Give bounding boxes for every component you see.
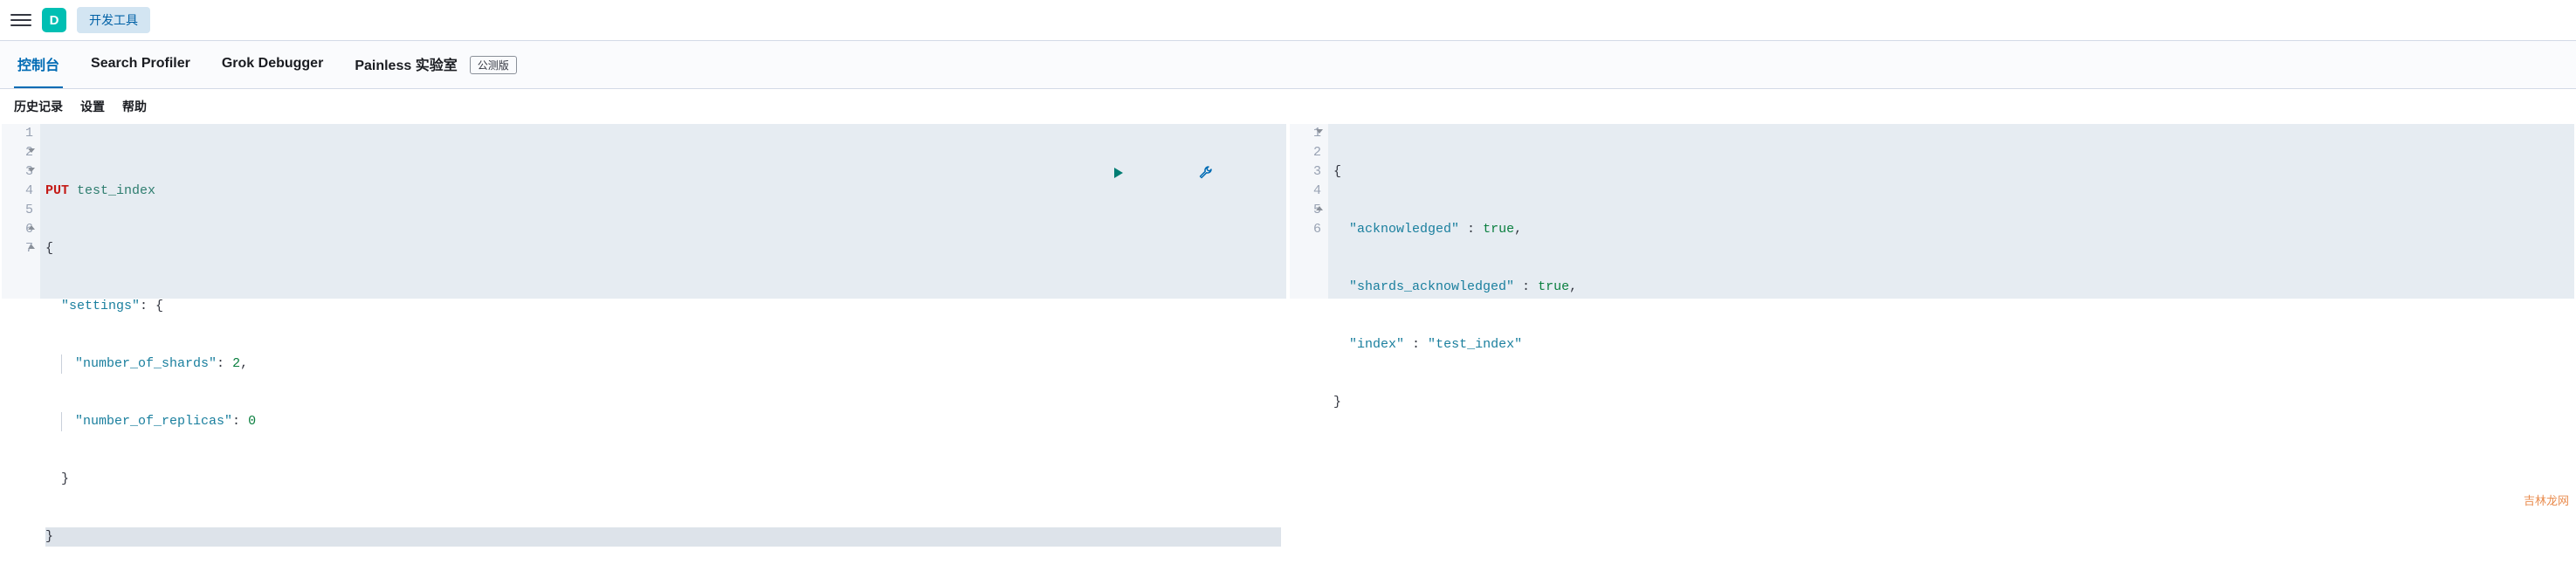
tab-painless-lab[interactable]: Painless 实验室 (351, 41, 460, 88)
beta-badge: 公测版 (470, 56, 517, 74)
fold-down-icon[interactable] (28, 168, 35, 172)
gutter-line: 6 (2, 220, 33, 239)
request-path: test_index (77, 183, 155, 198)
request-gutter: 1234567 (2, 124, 40, 299)
gutter-line: 1 (2, 124, 33, 143)
fold-up-icon[interactable] (28, 225, 35, 230)
hamburger-icon[interactable] (10, 10, 31, 31)
response-gutter: 123456 (1290, 124, 1328, 299)
wrench-icon[interactable] (1199, 127, 1278, 218)
gutter-line: 2 (2, 143, 33, 162)
http-method: PUT (45, 183, 69, 198)
gutter-line: 4 (2, 182, 33, 201)
fold-up-icon[interactable] (28, 244, 35, 249)
response-editor: 123456 { "acknowledged" : true, "shards_… (1290, 124, 2574, 299)
response-code: { "acknowledged" : true, "shards_acknowl… (1328, 124, 2574, 299)
tab-bar: 控制台 Search Profiler Grok Debugger Painle… (0, 41, 2576, 89)
request-code[interactable]: PUT test_index { "settings": { "number_o… (40, 124, 1286, 299)
gutter-line: 5 (2, 201, 33, 220)
run-icon[interactable] (1112, 127, 1190, 218)
gutter-line: 2 (1290, 143, 1321, 162)
tab-search-profiler[interactable]: Search Profiler (87, 44, 194, 86)
subnav: 历史记录 设置 帮助 (0, 89, 2576, 124)
request-editor[interactable]: 1234567 PUT test_index { "settings": { "… (2, 124, 1286, 299)
logo-badge[interactable]: D (42, 8, 66, 32)
devtools-button[interactable]: 开发工具 (77, 7, 150, 33)
editors-container: 1234567 PUT test_index { "settings": { "… (0, 124, 2576, 299)
tab-console[interactable]: 控制台 (14, 41, 63, 88)
header-bar: D 开发工具 (0, 0, 2576, 41)
gutter-line: 4 (1290, 182, 1321, 201)
fold-up-icon[interactable] (1316, 206, 1323, 210)
gutter-line: 3 (1290, 162, 1321, 182)
gutter-line: 6 (1290, 220, 1321, 239)
gutter-line: 3 (2, 162, 33, 182)
editor-actions (1112, 127, 1278, 218)
fold-down-icon[interactable] (28, 148, 35, 153)
subnav-help[interactable]: 帮助 (122, 98, 147, 115)
subnav-settings[interactable]: 设置 (80, 98, 105, 115)
gutter-line: 7 (2, 239, 33, 258)
gutter-line: 1 (1290, 124, 1321, 143)
subnav-history[interactable]: 历史记录 (14, 98, 63, 115)
gutter-line: 5 (1290, 201, 1321, 220)
watermark: 吉林龙网 (2524, 492, 2569, 508)
tab-grok-debugger[interactable]: Grok Debugger (218, 44, 327, 86)
fold-down-icon[interactable] (1316, 129, 1323, 134)
